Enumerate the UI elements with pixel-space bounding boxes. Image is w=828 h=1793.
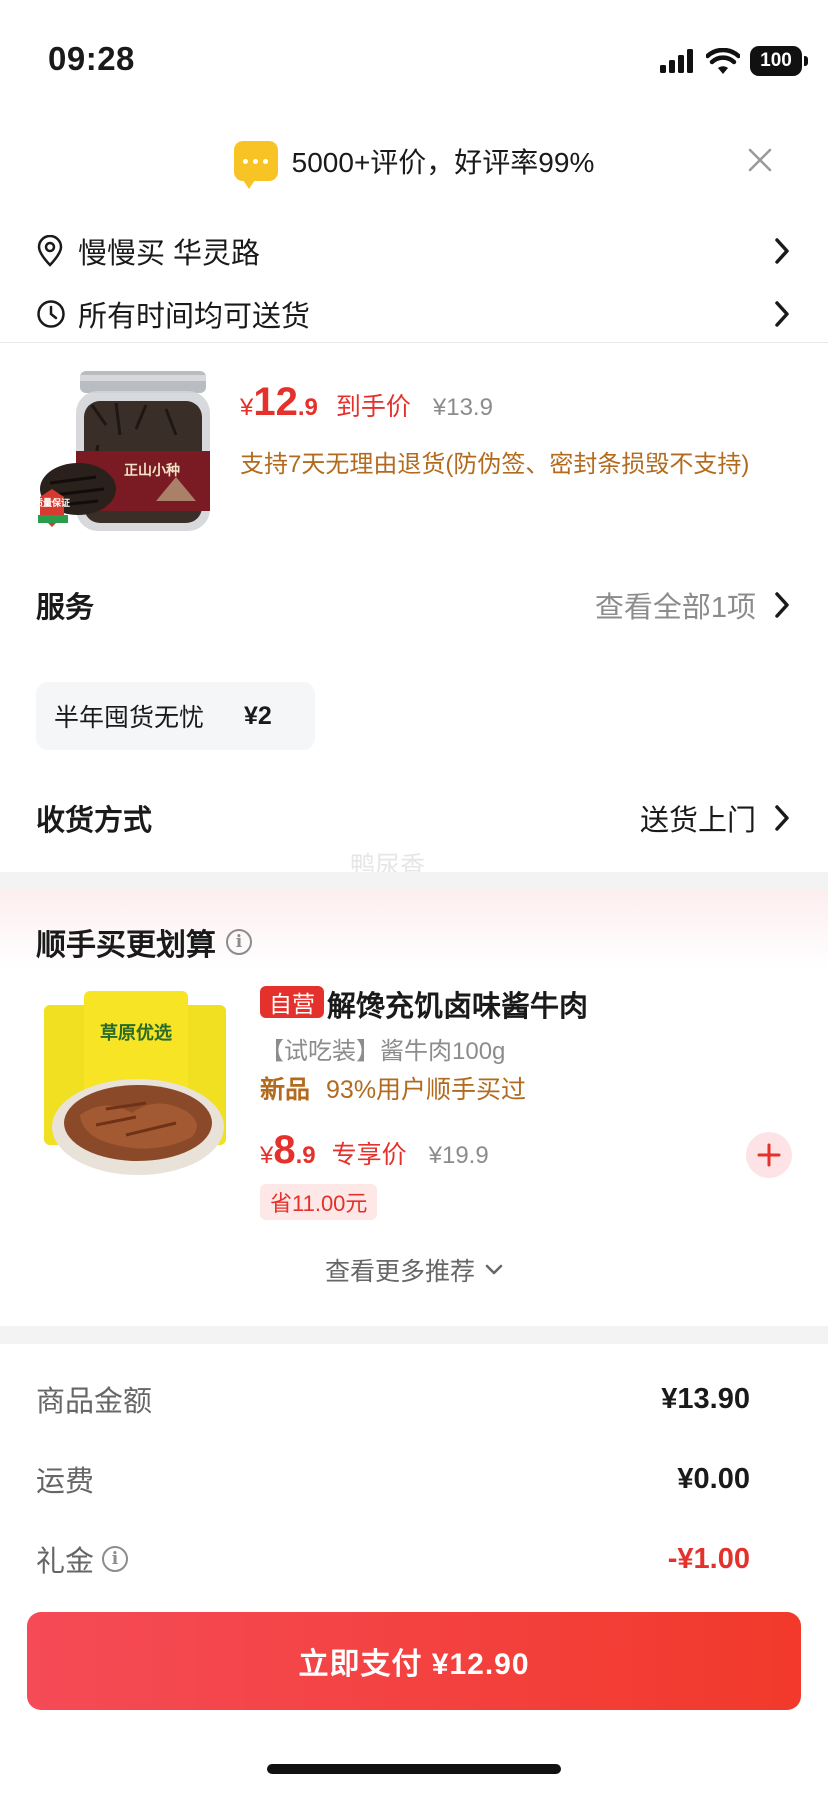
gift-credit-label-wrap: 礼金 i	[36, 1538, 129, 1580]
receive-method-selector[interactable]: 送货上门	[640, 797, 790, 839]
addon-title-text: 顺手买更划算	[36, 929, 216, 962]
gift-credit-row: 礼金 i -¥1.00	[36, 1538, 750, 1580]
price-decimal: .9	[297, 394, 318, 421]
chevron-down-icon	[485, 1264, 503, 1275]
status-bar: 09:28 100	[0, 0, 828, 120]
section-gap	[0, 872, 828, 890]
battery-indicator: 100	[750, 46, 808, 76]
price-integer: 12	[253, 380, 298, 424]
return-policy-note: 支持7天无理由退货(防伪签、密封条损毁不支持)	[240, 451, 750, 478]
goods-amount-value: ¥13.90	[661, 1382, 750, 1415]
cellular-signal-icon	[660, 49, 693, 73]
savings-badge: 省11.00元	[260, 1184, 378, 1220]
new-tag: 新品	[260, 1076, 311, 1104]
price-currency: ¥	[260, 1142, 274, 1169]
delivery-time-text: 所有时间均可送货	[78, 301, 311, 333]
goods-amount-label: 商品金额	[36, 1386, 153, 1418]
price-label: 到手价	[335, 393, 411, 421]
more-recommendations-text: 查看更多推荐	[324, 1258, 475, 1286]
divider	[0, 342, 828, 343]
goods-amount-row: 商品金额 ¥13.90	[36, 1378, 750, 1420]
service-title: 服务	[36, 592, 95, 624]
price-integer: 8	[273, 1128, 296, 1172]
pay-now-button[interactable]: 立即支付 ¥12.90	[27, 1612, 801, 1710]
addon-title: 顺手买更划算 i	[36, 920, 252, 964]
shipping-row: 运费 ¥0.00	[36, 1458, 750, 1500]
location-pin-icon	[37, 235, 63, 267]
addon-image-label: 草原优选	[100, 1022, 172, 1044]
receive-method-title: 收货方式	[36, 805, 153, 837]
more-recommendations-link[interactable]: 查看更多推荐	[0, 1252, 828, 1288]
service-chip-price: ¥2	[244, 701, 272, 730]
original-price: ¥19.9	[428, 1142, 489, 1169]
service-view-all-text: 查看全部1项	[594, 592, 756, 624]
addon-price: ¥ 8 .9 专享价 ¥19.9	[260, 1128, 489, 1173]
status-icons: 100	[660, 44, 808, 78]
chevron-right-icon	[775, 238, 789, 264]
product-price: ¥ 12 .9 到手价 ¥13.9	[240, 380, 493, 425]
clock-icon	[37, 300, 65, 328]
shipping-value: ¥0.00	[677, 1462, 750, 1495]
product-image-label: 正山小种	[124, 462, 180, 479]
address-row[interactable]: 慢慢买 华灵路	[0, 226, 828, 276]
original-price: ¥13.9	[432, 394, 493, 421]
buy-rate-text: 93%用户顺手买过	[326, 1076, 527, 1104]
price-label: 专享价	[331, 1141, 407, 1169]
price-currency: ¥	[240, 394, 254, 421]
quality-badge: 质量保证	[36, 497, 70, 509]
review-banner: 5000+评价，好评率99%	[0, 130, 828, 192]
receive-method-value: 送货上门	[639, 805, 756, 837]
service-chip[interactable]: 半年囤货无忧 ¥2	[36, 682, 315, 750]
address-text: 慢慢买 华灵路	[78, 238, 261, 270]
wifi-icon	[706, 48, 740, 74]
info-icon[interactable]: i	[102, 1546, 129, 1572]
delivery-time-row[interactable]: 所有时间均可送货	[0, 289, 828, 339]
service-view-all[interactable]: 查看全部1项	[595, 584, 790, 626]
info-icon[interactable]: i	[226, 929, 252, 955]
chevron-right-icon	[775, 592, 789, 618]
addon-product-name: 解馋充饥卤味酱牛肉	[327, 991, 589, 1023]
product-image[interactable]: 正山小种 质量保证	[36, 365, 214, 543]
self-operated-badge: 自营	[260, 986, 324, 1018]
service-chip-label: 半年囤货无忧	[54, 704, 205, 732]
review-summary: 5000+评价，好评率99%	[291, 147, 595, 178]
chat-bubble-icon	[233, 141, 278, 189]
add-to-order-button[interactable]	[746, 1132, 792, 1178]
home-indicator	[267, 1764, 561, 1774]
addon-product-spec: 【试吃装】酱牛肉100g	[260, 1038, 506, 1065]
addon-product-image[interactable]: 草原优选	[36, 985, 234, 1183]
gift-credit-label: 礼金	[36, 1546, 95, 1578]
section-gap	[0, 1326, 828, 1344]
chevron-right-icon	[775, 805, 789, 831]
gift-credit-value: -¥1.00	[667, 1542, 750, 1575]
status-time: 09:28	[48, 40, 135, 77]
addon-product-tag: 新品 93%用户顺手买过	[260, 1070, 526, 1106]
plus-icon	[757, 1143, 781, 1167]
shipping-label: 运费	[36, 1466, 95, 1498]
close-icon[interactable]	[742, 142, 778, 178]
addon-section: 顺手买更划算 i 草原优选 自营 解馋充饥卤味酱牛肉 【试吃装】酱牛肉100g …	[0, 890, 828, 1330]
chevron-right-icon	[775, 301, 789, 327]
price-decimal: .9	[295, 1142, 316, 1169]
